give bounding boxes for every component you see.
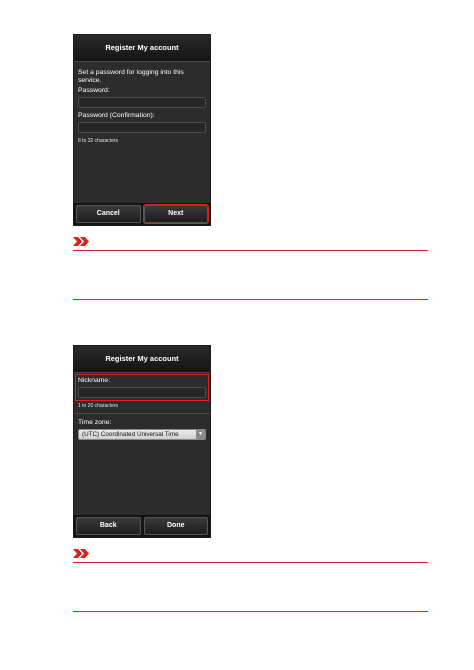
password-input[interactable] bbox=[78, 97, 206, 108]
chevron-down-icon: ▼ bbox=[196, 430, 205, 439]
nickname-label: Nickname: bbox=[78, 377, 111, 384]
timezone-select[interactable]: (UTC) Coordinated Universal Time ▼ bbox=[78, 429, 206, 440]
cancel-button[interactable]: Cancel bbox=[76, 205, 141, 223]
screen-title: Register My account bbox=[74, 35, 210, 62]
nickname-length-hint: 1 to 20 characters bbox=[78, 403, 119, 409]
password-confirmation-input[interactable] bbox=[78, 122, 206, 133]
button-bar: Cancel Next bbox=[74, 203, 210, 225]
timezone-label: Time zone: bbox=[78, 419, 112, 426]
screen-body: Nickname: 1 to 20 characters Time zone: … bbox=[74, 373, 210, 440]
important-note-box bbox=[73, 250, 428, 300]
button-bar: Back Done bbox=[74, 515, 210, 537]
done-button[interactable]: Done bbox=[143, 517, 208, 535]
back-button[interactable]: Back bbox=[76, 517, 141, 535]
screen-title: Register My account bbox=[74, 346, 210, 373]
nickname-input[interactable] bbox=[78, 387, 206, 398]
nickname-field-group: Nickname: bbox=[75, 374, 209, 401]
next-button[interactable]: Next bbox=[142, 204, 209, 224]
divider bbox=[74, 413, 210, 414]
password-length-hint: 8 to 32 characters bbox=[78, 138, 119, 144]
important-note-box bbox=[73, 562, 428, 612]
password-confirmation-label: Password (Confirmation): bbox=[78, 112, 155, 119]
register-nickname-screen: Register My account Nickname: 1 to 20 ch… bbox=[73, 345, 211, 538]
instruction-text: Set a password for logging into this ser… bbox=[78, 69, 184, 84]
important-chevrons-icon bbox=[73, 237, 89, 246]
password-label: Password: bbox=[78, 87, 110, 94]
timezone-value: (UTC) Coordinated Universal Time bbox=[82, 431, 179, 438]
important-chevrons-icon bbox=[73, 549, 89, 558]
register-password-screen: Register My account Set a password for l… bbox=[73, 34, 211, 226]
screen-body: Set a password for logging into this ser… bbox=[74, 62, 210, 145]
